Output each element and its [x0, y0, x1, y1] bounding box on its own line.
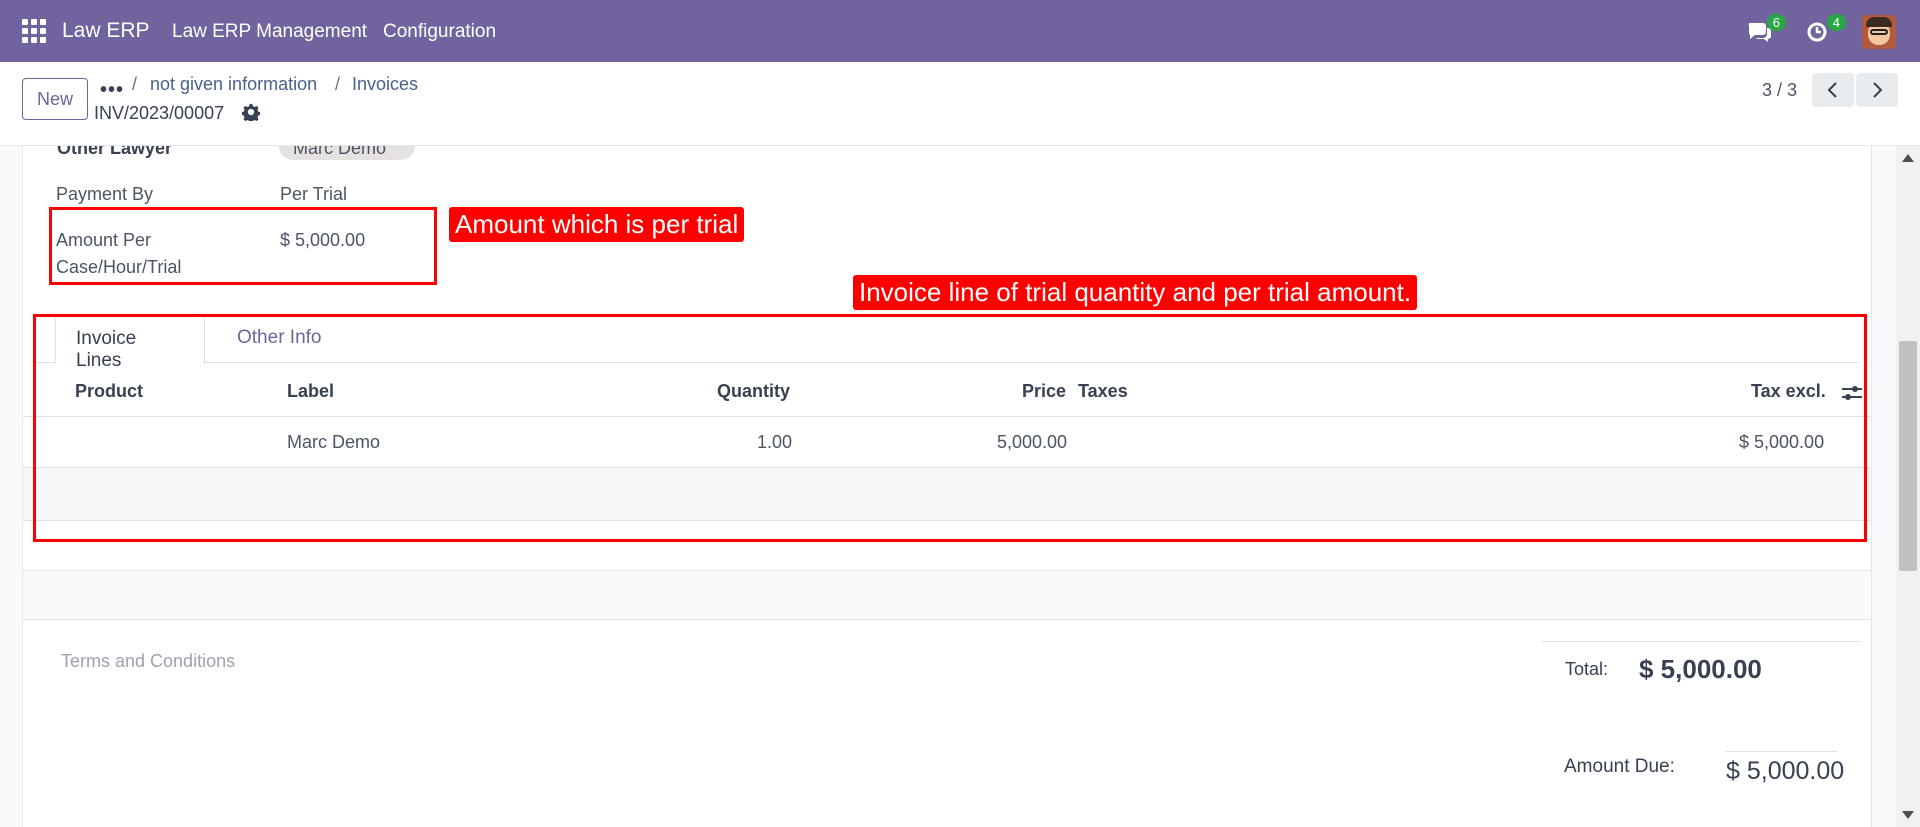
scroll-thumb[interactable] [1899, 341, 1917, 571]
total-divider [1541, 641, 1861, 642]
payment-by-label: Payment By [56, 184, 154, 204]
breadcrumb-separator: / [132, 74, 138, 94]
section-gap [23, 570, 1871, 620]
chevron-right-icon [1873, 82, 1883, 98]
breadcrumb-not-given-information[interactable]: not given information [150, 74, 317, 95]
messages-button[interactable]: 6 [1746, 14, 1786, 48]
scroll-down-arrow-icon[interactable] [1902, 811, 1914, 819]
other-lawyer-tag[interactable]: Marc Demo [279, 146, 415, 160]
annotation-lines-box [33, 314, 1867, 542]
annotation-amount-box [49, 207, 437, 285]
pager-value[interactable]: 3 / 3 [1762, 80, 1797, 101]
invoice-form-sheet: Other Lawyer Marc Demo Payment By Per Tr… [22, 146, 1872, 827]
gear-icon[interactable] [241, 103, 261, 126]
record-name: INV/2023/00007 [94, 103, 225, 123]
activities-button[interactable]: 4 [1806, 14, 1846, 48]
app-brand[interactable]: Law ERP [62, 19, 150, 43]
amount-due-value: $ 5,000.00 [1726, 757, 1845, 785]
activities-badge: 4 [1826, 14, 1846, 31]
amount-due-divider [1725, 751, 1837, 752]
amount-due-label: Amount Due: [1564, 756, 1675, 777]
top-navbar: Law ERP Law ERP Management Configuration… [0, 0, 1920, 62]
vertical-scrollbar[interactable] [1896, 146, 1920, 827]
scroll-up-arrow-icon[interactable] [1902, 154, 1914, 162]
other-lawyer-label: Other Lawyer [57, 146, 173, 158]
annotation-lines-label: Invoice line of trial quantity and per t… [853, 275, 1418, 310]
control-panel: New ••• / not given information / Invoic… [0, 62, 1920, 146]
total-label: Total: [1565, 659, 1609, 679]
terms-and-conditions-field[interactable]: Terms and Conditions [61, 651, 235, 672]
payment-by-value[interactable]: Per Trial [280, 184, 347, 205]
pager-previous-button[interactable] [1812, 73, 1854, 107]
breadcrumb-separator: / [335, 74, 341, 94]
total-value: $ 5,000.00 [1639, 654, 1762, 684]
menu-law-erp-management[interactable]: Law ERP Management [172, 21, 367, 43]
apps-menu-icon[interactable] [22, 19, 46, 43]
breadcrumb-invoices[interactable]: Invoices [352, 74, 418, 95]
breadcrumb-more-icon[interactable]: ••• [100, 79, 124, 102]
new-button[interactable]: New [22, 78, 88, 120]
messages-badge: 6 [1766, 14, 1786, 31]
chevron-left-icon [1827, 82, 1837, 98]
menu-configuration[interactable]: Configuration [383, 21, 496, 43]
user-avatar[interactable] [1862, 15, 1896, 49]
pager-next-button[interactable] [1856, 73, 1898, 107]
annotation-amount-label: Amount which is per trial [449, 207, 745, 242]
